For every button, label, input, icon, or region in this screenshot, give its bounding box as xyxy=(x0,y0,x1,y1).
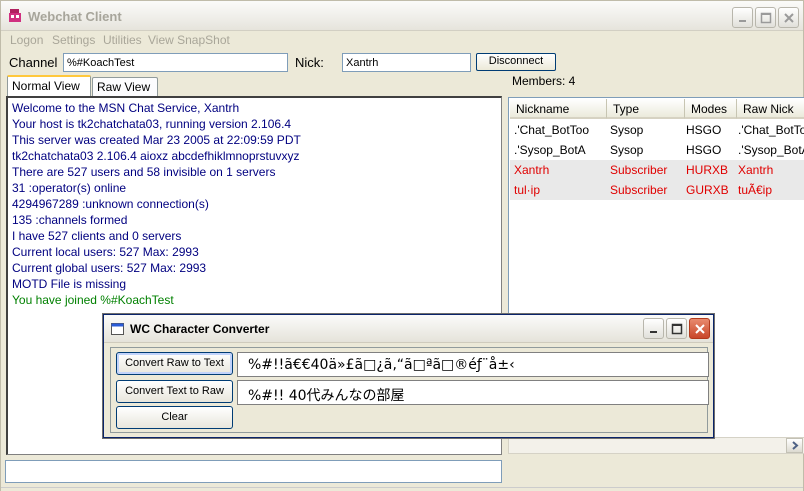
column-raw-nick[interactable]: Raw Nick xyxy=(737,99,804,119)
chat-line: Current local users: 527 Max: 2993 xyxy=(12,245,199,259)
member-cell-modes: HSGO xyxy=(686,143,722,157)
member-cell-raw: tuÃ€ip xyxy=(738,183,773,197)
raw-text-field[interactable]: %#!!ã€€40ä»£ã□¿ã‚“ã□ªã□®éƒ¨å±‹ xyxy=(237,352,709,377)
column-type[interactable]: Type xyxy=(607,99,685,119)
window-title: Webchat Client xyxy=(28,9,122,24)
minimize-icon xyxy=(650,331,657,333)
chat-line: You have joined %#KoachTest xyxy=(12,293,174,307)
dialog-title: WC Character Converter xyxy=(130,322,270,336)
message-input[interactable] xyxy=(5,460,502,483)
member-cell-modes: HSGO xyxy=(686,123,722,137)
chat-line: MOTD File is missing xyxy=(12,277,127,291)
chat-line: I have 527 clients and 0 servers xyxy=(12,229,182,243)
app-icon xyxy=(9,9,21,22)
dialog-minimize-button[interactable] xyxy=(643,318,664,339)
nick-input[interactable]: Xantrh xyxy=(342,53,471,72)
chat-line: 31 :operator(s) online xyxy=(12,181,127,195)
chat-line: 135 :channels formed xyxy=(12,213,128,227)
chat-line: tk2chatchata03 2.106.4 aioxz abcdefhiklm… xyxy=(12,149,300,163)
title-bar[interactable]: Webchat Client xyxy=(1,1,803,31)
menu-settings[interactable]: Settings xyxy=(52,33,95,47)
maximize-icon xyxy=(671,323,683,335)
dialog-body: Convert Raw to Text %#!!ã€€40ä»£ã□¿ã‚“ã□… xyxy=(110,347,709,433)
member-cell-raw: Xantrh xyxy=(738,163,774,177)
members-count: Members: 4 xyxy=(512,74,576,88)
tab-normal-view[interactable]: Normal View xyxy=(7,75,91,97)
member-cell-nickname: tul·ip xyxy=(514,183,541,197)
member-cell-raw: .'Chat_BotToo xyxy=(738,123,804,137)
menu-view-snapshot[interactable]: View SnapShot xyxy=(148,33,230,47)
status-bar xyxy=(1,487,803,491)
convert-raw-to-text-button[interactable]: Convert Raw to Text xyxy=(116,352,233,375)
maximize-icon xyxy=(760,12,772,24)
member-cell-type: Subscriber xyxy=(610,183,668,197)
member-cell-raw: .'Sysop_BotA xyxy=(738,143,804,157)
member-cell-nickname: Xantrh xyxy=(514,163,550,177)
member-cell-type: Subscriber xyxy=(610,163,668,177)
menu-bar: Logon Settings Utilities View SnapShot xyxy=(1,31,803,49)
tab-raw-view[interactable]: Raw View xyxy=(92,77,158,97)
member-cell-type: Sysop xyxy=(610,123,644,137)
chat-line: Your host is tk2chatchata03, running ver… xyxy=(12,117,292,131)
maximize-button[interactable] xyxy=(755,7,776,28)
chat-line: There are 527 users and 58 invisible on … xyxy=(12,165,276,179)
chat-line: Current global users: 527 Max: 2993 xyxy=(12,261,207,275)
dialog-title-bar[interactable]: WC Character Converter xyxy=(104,315,713,343)
dialog-window-icon xyxy=(111,323,124,335)
minimize-icon xyxy=(739,20,746,22)
chevron-right-icon xyxy=(792,441,799,450)
clear-button[interactable]: Clear xyxy=(116,406,233,429)
members-scrollbar[interactable] xyxy=(508,437,804,454)
close-button[interactable] xyxy=(778,7,799,28)
column-nickname[interactable]: Nickname xyxy=(510,99,607,119)
member-cell-nickname: .'Sysop_BotA xyxy=(514,143,586,157)
minimize-button[interactable] xyxy=(732,7,753,28)
plain-text-field[interactable]: %#!! 40代みんなの部屋 xyxy=(237,380,709,405)
menu-logon[interactable]: Logon xyxy=(10,33,43,47)
member-cell-modes: GURXB xyxy=(686,183,729,197)
close-icon xyxy=(695,324,705,334)
member-cell-type: Sysop xyxy=(610,143,644,157)
dialog-maximize-button[interactable] xyxy=(666,318,687,339)
member-cell-nickname: .'Chat_BotToo xyxy=(514,123,590,137)
chat-line: Welcome to the MSN Chat Service, Xantrh xyxy=(12,101,240,115)
channel-label: Channel xyxy=(9,55,58,70)
convert-text-to-raw-button[interactable]: Convert Text to Raw xyxy=(116,380,233,403)
character-converter-dialog: WC Character Converter Convert Raw to Te… xyxy=(103,314,714,438)
column-modes[interactable]: Modes xyxy=(685,99,737,119)
dialog-close-button[interactable] xyxy=(689,318,710,339)
member-cell-modes: HURXB xyxy=(686,163,729,177)
menu-utilities[interactable]: Utilities xyxy=(103,33,142,47)
scroll-right-arrow[interactable] xyxy=(786,438,803,453)
chat-line: This server was created Mar 23 2005 at 2… xyxy=(12,133,301,147)
chat-line: 4294967289 :unknown connection(s) xyxy=(12,197,209,211)
nick-label: Nick: xyxy=(295,55,324,70)
channel-input[interactable]: %#KoachTest xyxy=(63,53,288,72)
disconnect-button[interactable]: Disconnect xyxy=(476,53,556,71)
close-icon xyxy=(784,13,794,23)
